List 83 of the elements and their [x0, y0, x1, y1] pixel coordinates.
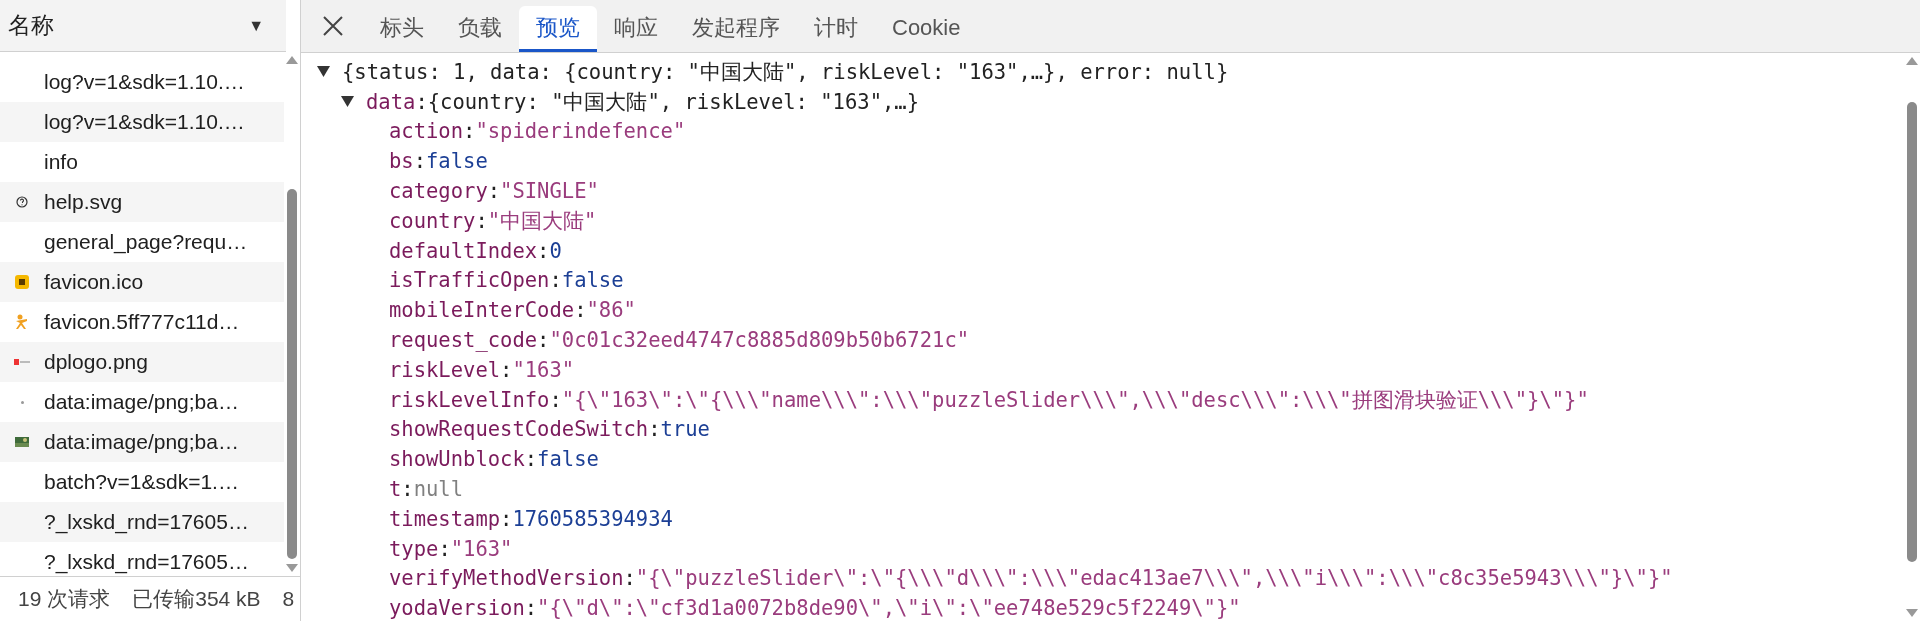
property-value: 1760585394934 [512, 506, 673, 531]
tab[interactable]: 负载 [441, 6, 519, 52]
request-row[interactable]: help.svg [0, 182, 284, 222]
object-summary: {status: 1, data: {country: "中国大陆", riskLevel: "163",…}, error: null} [342, 58, 1229, 86]
status-text: 已传输354 kB [132, 586, 261, 612]
property-key: mobileInterCode: [389, 298, 587, 323]
property-value: "SINGLE" [500, 179, 599, 204]
name-column-header[interactable]: 名称 ▼ [0, 0, 286, 52]
property-key: country: [389, 208, 488, 233]
request-name: ?_lxskd_rnd=17605… [44, 550, 249, 574]
scroll-down-icon[interactable] [1906, 609, 1918, 617]
request-name: data:image/png;ba… [44, 390, 239, 414]
request-name: general_page?requ… [44, 230, 248, 254]
property-value: false [561, 268, 624, 293]
image-icon [15, 437, 29, 447]
request-row[interactable]: favicon.ico [0, 262, 284, 302]
request-name: ?_lxskd_rnd=17605… [44, 510, 249, 534]
scrollbar-thumb[interactable] [287, 189, 297, 559]
figure-icon [15, 314, 29, 330]
property-key: riskLevel: [389, 357, 513, 382]
dot-icon [20, 400, 24, 404]
property-key: isTrafficOpen: [389, 268, 562, 293]
property-value: "{\"puzzleSlider\":\"{\\\"d\\\":\\\"edac413ae7\\\",\\\"i\\\":\\\"c8c35e5943\\\"}\"}" [635, 566, 1673, 591]
logo-icon [14, 359, 30, 365]
property-key: showUnblock: [389, 447, 538, 472]
property-value: "{\"163\":\"{\\\"name\\\":\\\"puzzleSlider\\\",\\\"desc\\\":\\\"拼图滑块验证\\\"}\"}" [561, 386, 1589, 414]
tab[interactable]: 计时 [797, 6, 875, 52]
property-key: defaultIndex: [389, 238, 550, 263]
property-value: "0c01c32eed4747c8885d809b50b6721c" [549, 328, 970, 353]
status-text: 8 [282, 587, 295, 611]
tab[interactable]: 发起程序 [675, 6, 797, 52]
property-key: action: [389, 119, 476, 144]
request-name: favicon.5ff777c11d… [44, 310, 240, 334]
property-key: t: [389, 477, 414, 502]
request-row[interactable]: log?v=1&sdk=1.10.… [0, 102, 284, 142]
property-value: "163" [450, 536, 513, 561]
property-key: data: [366, 89, 428, 114]
request-name: favicon.ico [44, 270, 144, 294]
request-name: log?v=1&sdk=1.10.… [44, 110, 245, 134]
property-value: 0 [549, 238, 562, 263]
request-name: data:image/png;ba… [44, 430, 239, 454]
column-title: 名称 [8, 11, 54, 40]
request-row[interactable]: data:image/png;ba… [0, 422, 284, 462]
property-value: "86" [586, 298, 636, 323]
request-name: info [44, 150, 78, 174]
sort-indicator[interactable]: ▼ [248, 16, 264, 35]
request-row[interactable]: dplogo.png [0, 342, 284, 382]
request-name: dplogo.png [44, 350, 148, 374]
scrollbar-thumb[interactable] [1907, 102, 1917, 562]
tab[interactable]: Cookie [875, 6, 978, 52]
property-value: false [537, 447, 599, 472]
property-key: type: [389, 536, 451, 561]
property-value: "中国大陆" [487, 207, 597, 235]
collapse-triangle-icon[interactable] [341, 96, 354, 108]
property-key: riskLevelInfo: [389, 387, 562, 412]
property-value: true [660, 417, 710, 442]
status-text: 19 次请求 [18, 586, 111, 612]
property-key: verifyMethodVersion: [389, 566, 636, 591]
request-name: help.svg [44, 190, 123, 214]
property-value: "{\"d\":\"cf3d1a0072b8de90\",\"i\":\"ee748e529c5f2249\"}" [537, 596, 1241, 621]
collapse-triangle-icon[interactable] [317, 66, 330, 78]
tab[interactable]: 响应 [597, 6, 675, 52]
help-icon [16, 196, 28, 208]
property-key: timestamp: [389, 506, 513, 531]
favicon-icon [15, 275, 29, 289]
request-name: log?v=1&sdk=1.10.… [44, 70, 245, 94]
property-value: "spiderindefence" [475, 119, 686, 144]
property-key: category: [389, 179, 501, 204]
property-key: showRequestCodeSwitch: [389, 417, 661, 442]
property-value: null [413, 477, 464, 502]
tab[interactable]: 标头 [363, 6, 441, 52]
scroll-up-icon[interactable] [286, 56, 298, 64]
property-key: request_code: [389, 328, 550, 353]
property-value: false [426, 149, 488, 174]
request-row[interactable]: ?_lxskd_rnd=17605… [0, 502, 284, 542]
property-key: yodaVersion: [389, 596, 538, 621]
scroll-down-icon[interactable] [286, 564, 298, 572]
property-key: bs: [389, 149, 427, 174]
object-summary: {country: "中国大陆", riskLevel: "163",…} [427, 88, 919, 116]
request-name: batch?v=1&sdk=1.… [44, 470, 239, 494]
property-value: "163" [512, 357, 575, 382]
scroll-up-icon[interactable] [1906, 57, 1918, 65]
tab[interactable]: 预览 [519, 6, 597, 52]
